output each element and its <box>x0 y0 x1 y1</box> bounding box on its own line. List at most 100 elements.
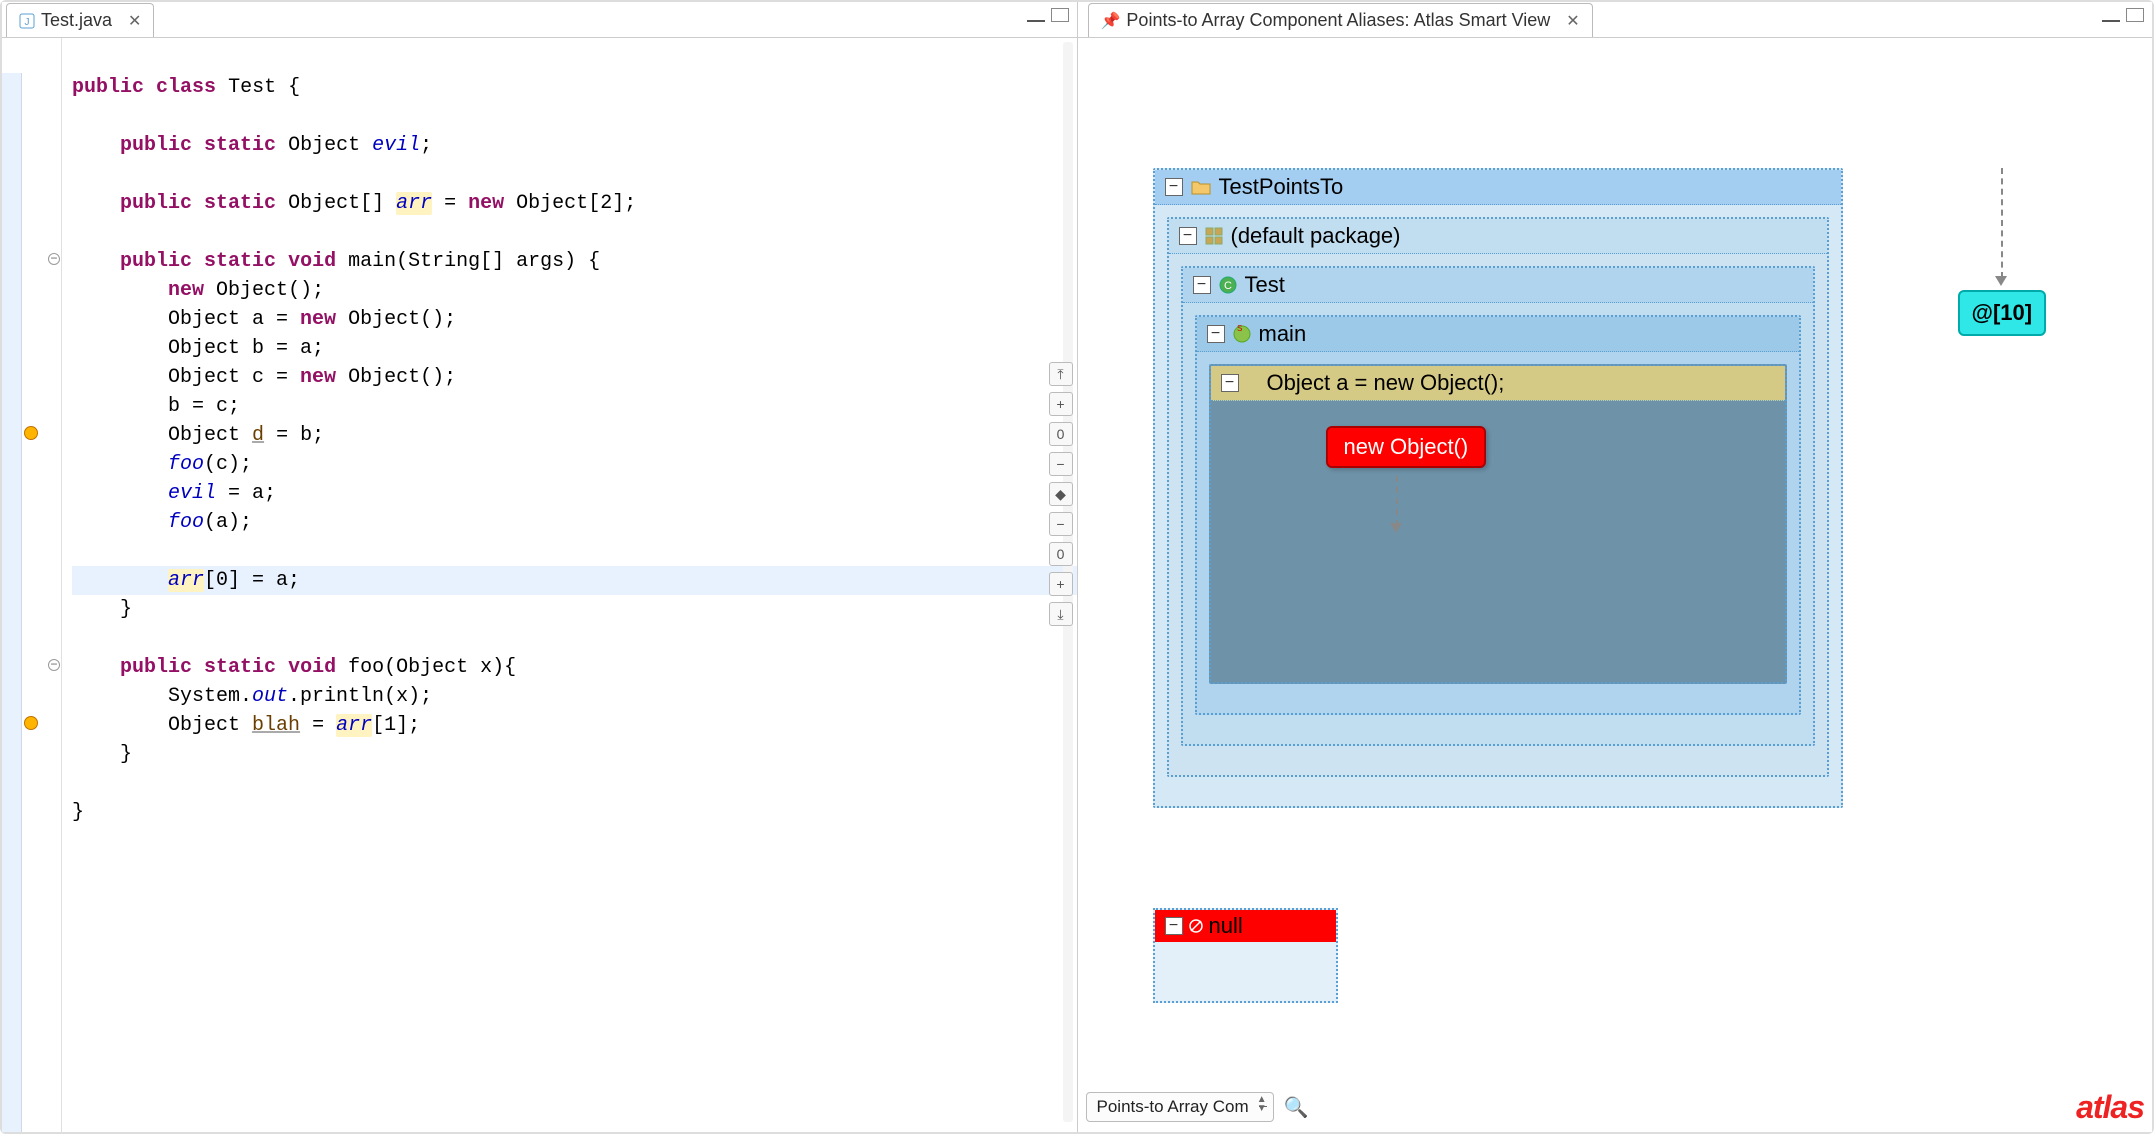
class-node[interactable]: − C Test − <box>1181 266 1815 746</box>
warning-marker[interactable] <box>22 711 62 735</box>
code-line[interactable]: Object b = a; <box>72 334 1077 363</box>
fold-marker[interactable]: − <box>22 247 62 271</box>
code-line[interactable] <box>72 218 1077 247</box>
fold-minus-icon[interactable]: − <box>48 253 60 265</box>
code-line[interactable] <box>72 537 1077 566</box>
collapse-icon[interactable]: − <box>1179 227 1197 245</box>
null-header[interactable]: − null <box>1155 910 1336 942</box>
code-line[interactable] <box>72 102 1077 131</box>
collapse-icon[interactable]: − <box>1165 917 1183 935</box>
minimize-icon[interactable] <box>2102 8 2120 22</box>
svg-text:J: J <box>25 17 30 28</box>
package-node[interactable]: − (default package) − C <box>1167 217 1829 777</box>
class-icon: C <box>1219 276 1237 294</box>
code-line[interactable]: foo(a); <box>72 508 1077 537</box>
warning-marker[interactable] <box>22 421 62 445</box>
side-button[interactable]: + <box>1049 392 1073 416</box>
graph-canvas[interactable]: − TestPointsTo − (default package) <box>1078 38 2153 1132</box>
gutter[interactable]: −− <box>22 38 62 1132</box>
statement-node[interactable]: − Object a = new Object(); new Object() <box>1209 364 1787 684</box>
null-icon <box>1188 918 1204 934</box>
close-tab-icon[interactable]: ✕ <box>1566 11 1579 31</box>
close-tab-icon[interactable]: ✕ <box>128 11 141 31</box>
collapse-icon[interactable]: − <box>1193 276 1211 294</box>
code-line[interactable]: } <box>72 595 1077 624</box>
code-line[interactable] <box>72 624 1077 653</box>
smartview-tab[interactable]: 📌 Points-to Array Component Aliases: Atl… <box>1088 3 1593 37</box>
project-header[interactable]: − TestPointsTo <box>1155 170 1841 205</box>
code-area[interactable]: −− public class Test { public static Obj… <box>2 38 1077 1132</box>
fold-strip <box>2 73 22 1132</box>
null-node[interactable]: − null <box>1153 908 1338 1003</box>
smartview-tab-bar: 📌 Points-to Array Component Aliases: Atl… <box>1078 2 2153 38</box>
side-button[interactable]: ⤓ <box>1049 602 1073 626</box>
arrow <box>2001 168 2003 278</box>
project-node[interactable]: − TestPointsTo − (default package) <box>1153 168 1843 808</box>
code-body[interactable]: public class Test { public static Object… <box>62 38 1077 1132</box>
svg-text:S: S <box>1237 325 1242 333</box>
analysis-selector[interactable]: Points-to Array Com ▲▼ <box>1086 1092 1274 1122</box>
collapse-icon[interactable]: − <box>1165 178 1183 196</box>
side-button[interactable]: ◆ <box>1049 482 1073 506</box>
code-line[interactable]: System.out.println(x); <box>72 682 1077 711</box>
fold-marker[interactable]: − <box>22 653 62 677</box>
maximize-icon[interactable] <box>2126 8 2144 22</box>
code-line[interactable]: evil = a; <box>72 479 1077 508</box>
code-line[interactable]: Object d = b; <box>72 421 1077 450</box>
code-line[interactable]: public static Object[] arr = new Object[… <box>72 189 1077 218</box>
class-label: Test <box>1245 272 1285 298</box>
null-label: null <box>1209 913 1243 939</box>
code-line[interactable]: public static void foo(Object x){ <box>72 653 1077 682</box>
code-line[interactable]: } <box>72 740 1077 769</box>
method-header[interactable]: − S main <box>1197 317 1799 352</box>
instantiation-node[interactable]: new Object() <box>1326 426 1487 468</box>
side-button[interactable]: + <box>1049 572 1073 596</box>
statement-label: Object a = new Object(); <box>1267 370 1505 396</box>
code-line[interactable]: public class Test { <box>72 73 1077 102</box>
warning-icon <box>24 426 38 440</box>
code-line[interactable] <box>72 160 1077 189</box>
method-icon: S <box>1233 325 1251 343</box>
java-file-icon: J <box>19 13 35 29</box>
code-line[interactable]: foo(c); <box>72 450 1077 479</box>
arrow-head-icon <box>1995 276 2007 286</box>
code-line[interactable]: public static void main(String[] args) { <box>72 247 1077 276</box>
search-icon[interactable]: 🔍 <box>1284 1095 1309 1120</box>
fold-minus-icon[interactable]: − <box>48 659 60 671</box>
smartview-tab-title: Points-to Array Component Aliases: Atlas… <box>1126 10 1550 31</box>
pin-icon: 📌 <box>1101 11 1121 31</box>
statement-body: new Object() <box>1211 401 1785 581</box>
package-icon <box>1205 227 1223 245</box>
side-button[interactable]: ⤒ <box>1049 362 1073 386</box>
array-node[interactable]: @[10] <box>1958 290 2047 336</box>
package-header[interactable]: − (default package) <box>1169 219 1827 254</box>
code-line[interactable]: Object blah = arr[1]; <box>72 711 1077 740</box>
editor-side-buttons: ⤒ +0 − ◆ − 0 + ⤓ <box>1049 362 1073 626</box>
side-button[interactable]: − <box>1049 452 1073 476</box>
arrow <box>1396 476 1398 526</box>
code-line[interactable]: Object a = new Object(); <box>72 305 1077 334</box>
smart-view-panel: 📌 Points-to Array Component Aliases: Atl… <box>1078 2 2153 1132</box>
arrow-head-icon <box>1390 523 1402 533</box>
project-label: TestPointsTo <box>1219 174 1344 200</box>
method-node[interactable]: − S main <box>1195 315 1801 715</box>
side-button[interactable]: − <box>1049 512 1073 536</box>
code-line[interactable]: b = c; <box>72 392 1077 421</box>
code-line[interactable]: Object c = new Object(); <box>72 363 1077 392</box>
maximize-icon[interactable] <box>1051 8 1069 22</box>
collapse-icon[interactable]: − <box>1207 325 1225 343</box>
collapse-icon[interactable]: − <box>1221 374 1239 392</box>
code-line[interactable]: new Object(); <box>72 276 1077 305</box>
minimize-icon[interactable] <box>1027 8 1045 22</box>
editor-tab-test-java[interactable]: J Test.java ✕ <box>6 3 154 37</box>
side-button[interactable]: 0 <box>1049 542 1073 566</box>
code-line[interactable]: arr[0] = a; <box>72 566 1077 595</box>
code-line[interactable] <box>72 769 1077 798</box>
class-header[interactable]: − C Test <box>1183 268 1813 303</box>
code-line[interactable]: } <box>72 798 1077 827</box>
side-button[interactable]: 0 <box>1049 422 1073 446</box>
code-line[interactable]: public static Object evil; <box>72 131 1077 160</box>
statement-header[interactable]: − Object a = new Object(); <box>1211 366 1785 401</box>
code-editor-panel: J Test.java ✕ −− public class Test { pub… <box>2 2 1078 1132</box>
smartview-bottom-bar: Points-to Array Com ▲▼ 🔍 atlas <box>1086 1090 2145 1124</box>
